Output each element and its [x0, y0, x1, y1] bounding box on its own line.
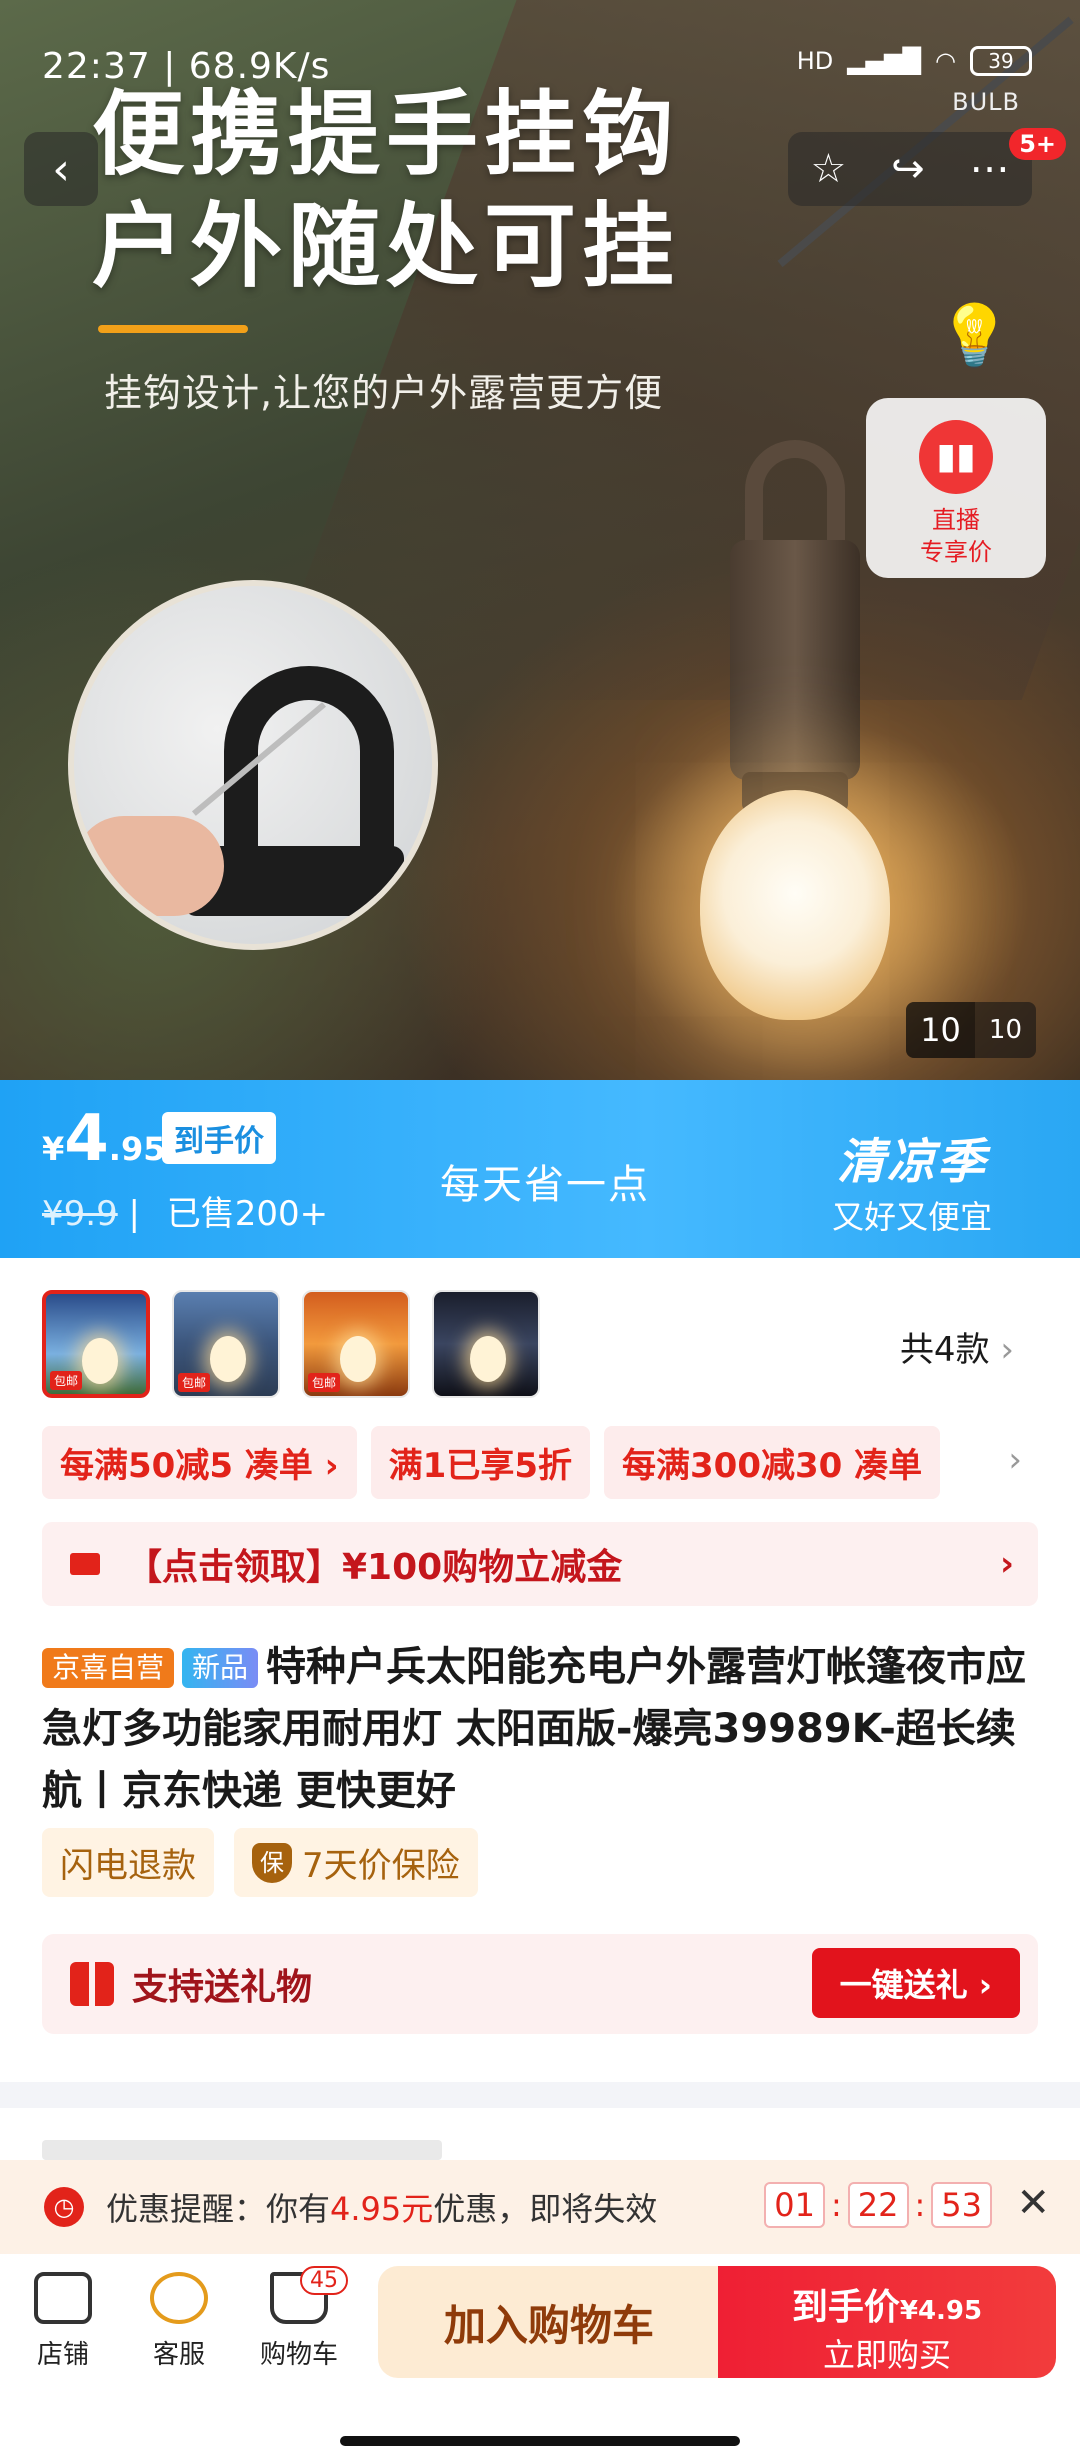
back-button[interactable]: ‹ — [24, 132, 98, 206]
new-badge: 新品 — [182, 1648, 259, 1688]
price-tag: 到手价 — [162, 1112, 276, 1164]
status-icons: HD ▂▄▆█ ◠ 39 — [797, 46, 1032, 76]
store-icon — [34, 2272, 92, 2324]
image-counter-total: 10 — [988, 1015, 1022, 1045]
battery-icon: 39 — [970, 46, 1032, 76]
clock-icon: ◷ — [44, 2187, 84, 2227]
status-bar: 22:37 | 68.9K/s HD ▂▄▆█ ◠ 39 BULB — [0, 0, 1080, 116]
lamp-bulb — [700, 790, 890, 1020]
reminder-suffix: 优惠，即将失效 — [433, 2190, 658, 2228]
signal-icon: ▂▄▆█ — [847, 47, 922, 75]
chevron-left-icon: ‹ — [52, 143, 70, 195]
gift-banner: 支持送礼物 一键送礼 › — [42, 1934, 1038, 2034]
coupon-row: 每满50减5 凑单 › 满1已享5折 每满300减30 凑单 — [42, 1426, 941, 1499]
claim-text: 【点击领取】¥100购物立减金 — [126, 1547, 623, 1588]
home-indicator[interactable] — [340, 2436, 740, 2446]
share-icon[interactable]: ↪ — [891, 146, 925, 192]
shield-icon: 保 — [252, 1842, 292, 1883]
gift-icon — [70, 1962, 114, 2006]
wifi-icon: ◠ — [935, 47, 956, 75]
hook-detail-image — [68, 580, 438, 950]
live-label-line1: 直播 — [932, 506, 980, 534]
price-slogan: 每天省一点 — [440, 1162, 650, 1208]
live-price-button[interactable]: ▮▮ 直播 专享价 — [866, 398, 1046, 578]
variant-count-link[interactable]: 共4款 › — [900, 1322, 1014, 1371]
season-subtitle: 又好又便宜 — [831, 1198, 992, 1236]
message-badge: 5+ — [1009, 128, 1066, 160]
buy-now-button[interactable]: 到手价¥4.95 立即购买 — [718, 2266, 1056, 2378]
customer-service-tab[interactable]: 客服 — [124, 2272, 234, 2371]
hero-accent-bar — [98, 325, 248, 333]
image-counter-current: 10 — [906, 1002, 975, 1058]
status-carrier: BULB — [952, 88, 1020, 116]
hero-subtitle: 挂钩设计,让您的户外露营更方便 — [104, 371, 664, 415]
season-promo: 清凉季 又好又便宜 — [832, 1122, 992, 1238]
sold-count: 已售200+ — [166, 1194, 329, 1234]
card-icon — [70, 1553, 100, 1575]
store-tab[interactable]: 店铺 — [8, 2272, 118, 2371]
gift-text: 支持送礼物 — [132, 1967, 313, 2008]
lamp-hook — [745, 440, 845, 550]
reminder-amount: 4.95元 — [330, 2190, 434, 2228]
status-time: 22:37 | 68.9K/s — [42, 46, 331, 87]
send-gift-button[interactable]: 一键送礼 › — [811, 1948, 1020, 2018]
chevron-right-icon: › — [999, 1544, 1014, 1584]
price-protect-tag[interactable]: 保 7天价保险 — [234, 1828, 478, 1897]
star-icon[interactable]: ☆ — [810, 146, 846, 192]
variant-thumb[interactable] — [432, 1290, 540, 1398]
variant-thumbnails: 包邮 包邮 包邮 — [42, 1290, 540, 1398]
countdown-timer: 01:22:53 — [764, 2182, 992, 2228]
old-price-row: ¥9.9 | 已售200+ — [42, 1194, 329, 1234]
live-icon: ▮▮ — [919, 420, 993, 494]
image-counter: 10 10 — [906, 1002, 1036, 1058]
lamp-body — [730, 540, 860, 780]
chevron-right-icon: › — [1000, 1330, 1014, 1370]
variant-thumb[interactable]: 包邮 — [42, 1290, 150, 1398]
add-to-cart-button[interactable]: 加入购物车 — [378, 2266, 720, 2378]
discount-reminder: ◷ 优惠提醒：你有 4.95元 优惠，即将失效 01:22:53 ✕ — [0, 2160, 1080, 2254]
close-icon[interactable]: ✕ — [1016, 2180, 1050, 2226]
next-section-peek — [42, 2140, 442, 2160]
service-tags: 闪电退款 保 7天价保险 — [42, 1828, 478, 1897]
coupon-chip[interactable]: 满1已享5折 — [370, 1426, 590, 1499]
variant-thumb[interactable]: 包邮 — [172, 1290, 280, 1398]
old-price: ¥9.9 — [42, 1194, 118, 1234]
coupon-chip[interactable]: 每满50减5 凑单 › — [42, 1426, 357, 1499]
refund-tag[interactable]: 闪电退款 — [42, 1828, 214, 1897]
top-actions: ☆ ↪ ⋯ — [788, 132, 1032, 206]
section-divider — [0, 2082, 1080, 2108]
price-banner: ¥4.95 到手价 ¥9.9 | 已售200+ 每天省一点 清凉季 又好又便宜 — [0, 1080, 1080, 1258]
season-title: 清凉季 — [836, 1134, 987, 1190]
product-title-block: 京喜自营 新品 特种户兵太阳能充电户外露营灯帐篷夜市应急灯多功能家用耐用灯 太阳面版… — [42, 1636, 1042, 1822]
chat-icon — [150, 2272, 208, 2324]
live-label-line2: 专享价 — [920, 538, 992, 566]
store-badge: 京喜自营 — [42, 1648, 175, 1688]
network-label: HD — [796, 47, 834, 75]
hero-title-line2: 户外随处可挂 — [92, 193, 681, 300]
more-icon[interactable]: ⋯ — [970, 146, 1010, 192]
reminder-prefix: 优惠提醒：你有 — [106, 2190, 331, 2228]
claim-voucher-banner[interactable]: 【点击领取】¥100购物立减金 › — [42, 1522, 1038, 1606]
cart-tab[interactable]: 45 购物车 — [244, 2266, 354, 2371]
variant-thumb[interactable]: 包邮 — [302, 1290, 410, 1398]
cart-count-badge: 45 — [300, 2266, 348, 2295]
coupon-chip[interactable]: 每满300减30 凑单 — [604, 1426, 941, 1499]
lightbulb-icon: 💡 — [937, 301, 1012, 371]
current-price: ¥4.95 — [42, 1102, 166, 1176]
finger — [74, 816, 224, 916]
bottom-action-bar: 店铺 客服 45 购物车 加入购物车 到手价¥4.95 立即购买 — [0, 2254, 1080, 2460]
chevron-right-icon[interactable]: › — [1008, 1440, 1022, 1480]
